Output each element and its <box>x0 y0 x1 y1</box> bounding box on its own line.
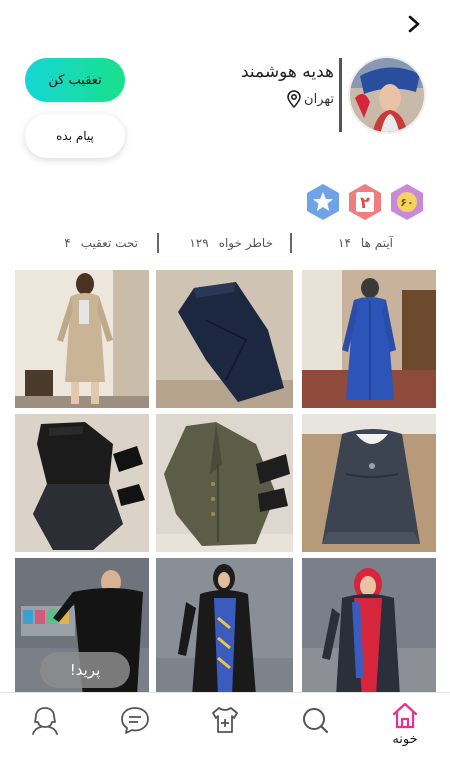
bottom-nav: خونه <box>0 692 450 758</box>
avatar[interactable] <box>348 56 426 134</box>
nav-home-label: خونه <box>392 732 418 747</box>
olive-coat-item[interactable] <box>156 414 293 552</box>
chevron-right-icon <box>408 15 420 33</box>
location-text: تهران <box>304 91 334 107</box>
badges-row: ۶۰ ۲ <box>304 183 426 221</box>
star-hexagon-badge[interactable] <box>304 183 342 221</box>
grey-dress-item[interactable] <box>300 414 436 552</box>
stat-divider <box>157 233 159 253</box>
black-manteau-item[interactable] <box>156 558 293 696</box>
stat-following[interactable]: تحت تعقیب ۴ <box>64 232 138 254</box>
follow-button[interactable]: تعقیب کن <box>25 58 125 102</box>
red-scarf-item[interactable] <box>300 558 436 696</box>
nav-profile[interactable] <box>0 693 90 758</box>
blue-dress-item[interactable] <box>300 270 436 408</box>
nav-home[interactable]: خونه <box>360 693 450 758</box>
home-icon <box>392 702 418 729</box>
stat-divider <box>290 233 292 253</box>
search-icon <box>303 708 329 734</box>
nav-add-item[interactable] <box>180 693 270 758</box>
toast: پرید! <box>40 652 130 688</box>
stat-label: آیتم ها <box>360 236 393 250</box>
items-grid <box>15 270 436 696</box>
navy-skirt-item[interactable] <box>156 270 293 408</box>
beige-dress-item[interactable] <box>15 270 149 408</box>
profile-icon <box>32 707 58 735</box>
add-item-icon <box>212 707 238 733</box>
badge-value: ۶۰ <box>400 195 414 209</box>
nav-chat[interactable] <box>90 693 180 758</box>
stat-label: خاطر خواه <box>218 236 273 250</box>
stat-label: تحت تعقیب <box>80 236 138 250</box>
badge-value: ۲ <box>360 192 370 212</box>
nav-search[interactable] <box>270 693 360 758</box>
message-button[interactable]: پیام بده <box>25 114 125 158</box>
profile-location: تهران <box>286 90 334 108</box>
chat-icon <box>121 707 149 734</box>
gold-hexagon-badge[interactable]: ۶۰ <box>388 183 426 221</box>
profile-divider <box>339 58 342 132</box>
stats-row: آیتم ها ۱۴ خاطر خواه ۱۲۹ تحت تعقیب ۴ <box>0 232 450 254</box>
stat-value: ۴ <box>64 236 71 250</box>
stat-value: ۱۲۹ <box>189 236 209 250</box>
level-hexagon-badge[interactable]: ۲ <box>346 183 384 221</box>
star-icon <box>307 184 339 220</box>
stat-value: ۱۴ <box>338 236 351 250</box>
back-button[interactable] <box>402 10 426 38</box>
black-dress-item[interactable] <box>15 414 149 552</box>
stat-fans[interactable]: خاطر خواه ۱۲۹ <box>189 232 273 254</box>
map-pin-icon <box>287 90 301 108</box>
stat-items[interactable]: آیتم ها ۱۴ <box>338 232 393 254</box>
profile-name: هدیه هوشمند <box>240 62 334 82</box>
